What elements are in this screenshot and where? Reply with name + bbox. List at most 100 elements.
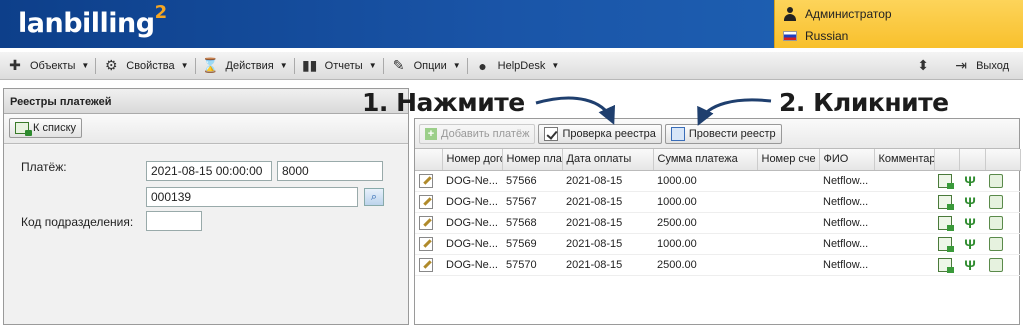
cell-sum: 1000.00 xyxy=(653,170,757,192)
cell-contract: DOG-Ne... xyxy=(442,254,502,276)
edit-icon[interactable] xyxy=(419,173,433,188)
cell-account xyxy=(757,254,819,276)
search-button[interactable]: ⌕ xyxy=(364,188,384,206)
compress-icon[interactable]: ⬍ xyxy=(914,57,932,74)
puzzle-icon: ✚ xyxy=(9,57,21,73)
col-sum[interactable]: Сумма платежа xyxy=(653,149,758,171)
annotation-step-2: 2. Кликните xyxy=(779,88,949,117)
menu-objects[interactable]: ✚ Объекты ▼ xyxy=(0,52,95,79)
cell-fio: Netflow... xyxy=(819,212,874,234)
payment-code-field[interactable]: 000139 xyxy=(146,187,358,207)
cell-number: 57567 xyxy=(502,191,562,213)
table-row[interactable]: DOG-Ne... 57569 2021-08-15 1000.00 Netfl… xyxy=(415,233,1020,255)
main-menu-bar: ✚ Объекты ▼ ⚙ Свойства ▼ ⌛ Действия ▼ ▮▮ От… xyxy=(0,52,1023,80)
table-row[interactable]: DOG-Ne... 57568 2021-08-15 2500.00 Netfl… xyxy=(415,212,1020,234)
add-payment-label: Добавить платёж xyxy=(441,127,530,140)
cell-account xyxy=(757,170,819,192)
cell-fio: Netflow... xyxy=(819,191,874,213)
menu-options[interactable]: ✎ Опции ▼ xyxy=(384,52,467,79)
col-comment[interactable]: Комментар xyxy=(874,149,935,171)
add-payment-button[interactable]: + Добавить платёж xyxy=(419,123,536,144)
user-account[interactable]: Администратор xyxy=(783,7,892,21)
list-icon xyxy=(15,122,32,136)
apply-register-button[interactable]: Провести реестр xyxy=(664,123,782,144)
check-register-label: Проверка реестра xyxy=(562,127,656,140)
division-label: Код подразделения: xyxy=(21,215,134,229)
fork-icon[interactable]: Ψ xyxy=(963,174,977,188)
menu-properties[interactable]: ⚙ Свойства ▼ xyxy=(96,52,194,79)
fork-icon[interactable]: Ψ xyxy=(963,216,977,230)
cell-date: 2021-08-15 xyxy=(562,233,653,255)
annotation-step-1: 1. Нажмите xyxy=(362,88,525,117)
payment-label: Платёж: xyxy=(21,160,67,174)
plus-icon: + xyxy=(425,127,437,140)
recycle-bin-icon[interactable] xyxy=(989,194,1003,209)
col-action-3 xyxy=(985,149,1021,171)
cell-contract: DOG-Ne... xyxy=(442,191,502,213)
payment-amount-field[interactable]: 8000 xyxy=(277,161,383,181)
menu-actions-label: Действия xyxy=(225,59,274,72)
payment-form: Платёж: 2021-08-15 00:00:00 8000 000139 … xyxy=(4,145,408,324)
fork-icon[interactable]: Ψ xyxy=(963,237,977,251)
table-row[interactable]: DOG-Ne... 57567 2021-08-15 1000.00 Netfl… xyxy=(415,191,1020,213)
cell-comment xyxy=(874,191,934,213)
col-date[interactable]: Дата оплаты xyxy=(562,149,654,171)
table-row[interactable]: DOG-Ne... 57566 2021-08-15 1000.00 Netfl… xyxy=(415,170,1020,192)
recycle-bin-icon[interactable] xyxy=(989,173,1003,188)
payment-date-field[interactable]: 2021-08-15 00:00:00 xyxy=(146,161,272,181)
recycle-bin-icon[interactable] xyxy=(989,215,1003,230)
document-icon[interactable] xyxy=(938,257,954,273)
cell-fio: Netflow... xyxy=(819,254,874,276)
edit-icon[interactable] xyxy=(419,257,433,272)
language-label: Russian xyxy=(805,29,849,43)
cell-comment xyxy=(874,212,934,234)
logout-button[interactable]: ⇥ Выход xyxy=(946,52,1015,79)
register-icon xyxy=(670,126,685,141)
apply-register-label: Провести реестр xyxy=(688,127,776,140)
col-fio[interactable]: ФИО xyxy=(819,149,875,171)
cell-sum: 1000.00 xyxy=(653,191,757,213)
check-register-button[interactable]: Проверка реестра xyxy=(538,123,662,144)
document-icon[interactable] xyxy=(938,236,954,252)
col-contract[interactable]: Номер дого xyxy=(442,149,503,171)
recycle-bin-icon[interactable] xyxy=(989,236,1003,251)
menu-helpdesk[interactable]: ● HelpDesk ▼ xyxy=(468,52,566,79)
document-icon[interactable] xyxy=(938,215,954,231)
menu-actions[interactable]: ⌛ Действия ▼ xyxy=(196,52,294,79)
cell-contract: DOG-Ne... xyxy=(442,233,502,255)
table-row[interactable]: DOG-Ne... 57570 2021-08-15 2500.00 Netfl… xyxy=(415,254,1020,276)
document-icon[interactable] xyxy=(938,173,954,189)
app-logo[interactable]: lanbilling2 xyxy=(18,2,167,39)
language-selector[interactable]: Russian xyxy=(783,29,848,43)
back-to-list-button[interactable]: К списку xyxy=(9,118,83,138)
col-number[interactable]: Номер пла xyxy=(502,149,563,171)
cell-number: 57570 xyxy=(502,254,562,276)
col-account[interactable]: Номер сче xyxy=(757,149,820,171)
table-header-row: Номер дого Номер пла Дата оплаты Сумма п… xyxy=(415,149,1021,171)
cell-fio: Netflow... xyxy=(819,170,874,192)
document-icon[interactable] xyxy=(938,194,954,210)
fork-icon[interactable]: Ψ xyxy=(963,195,977,209)
app-header: lanbilling2 Администратор Russian xyxy=(0,0,1023,48)
hourglass-icon: ⌛ xyxy=(201,57,220,73)
menu-helpdesk-label: HelpDesk xyxy=(497,59,546,72)
left-toolbar: К списку xyxy=(4,114,408,144)
edit-icon[interactable] xyxy=(419,236,433,251)
menu-reports[interactable]: ▮▮ Отчеты ▼ xyxy=(295,52,383,79)
logout-label: Выход xyxy=(976,59,1009,72)
edit-icon[interactable] xyxy=(419,215,433,230)
menu-reports-label: Отчеты xyxy=(324,59,363,72)
panel-title: Реестры платежей xyxy=(4,89,408,114)
edit-icon[interactable] xyxy=(419,194,433,209)
cell-date: 2021-08-15 xyxy=(562,212,653,234)
division-field[interactable] xyxy=(146,211,202,231)
menu-options-label: Опции xyxy=(413,59,447,72)
cell-account xyxy=(757,233,819,255)
col-action-1 xyxy=(934,149,960,171)
recycle-bin-icon[interactable] xyxy=(989,257,1003,272)
russia-flag-icon xyxy=(783,31,797,41)
chevron-down-icon: ▼ xyxy=(81,61,90,70)
cell-number: 57568 xyxy=(502,212,562,234)
cell-number: 57569 xyxy=(502,233,562,255)
fork-icon[interactable]: Ψ xyxy=(963,258,977,272)
